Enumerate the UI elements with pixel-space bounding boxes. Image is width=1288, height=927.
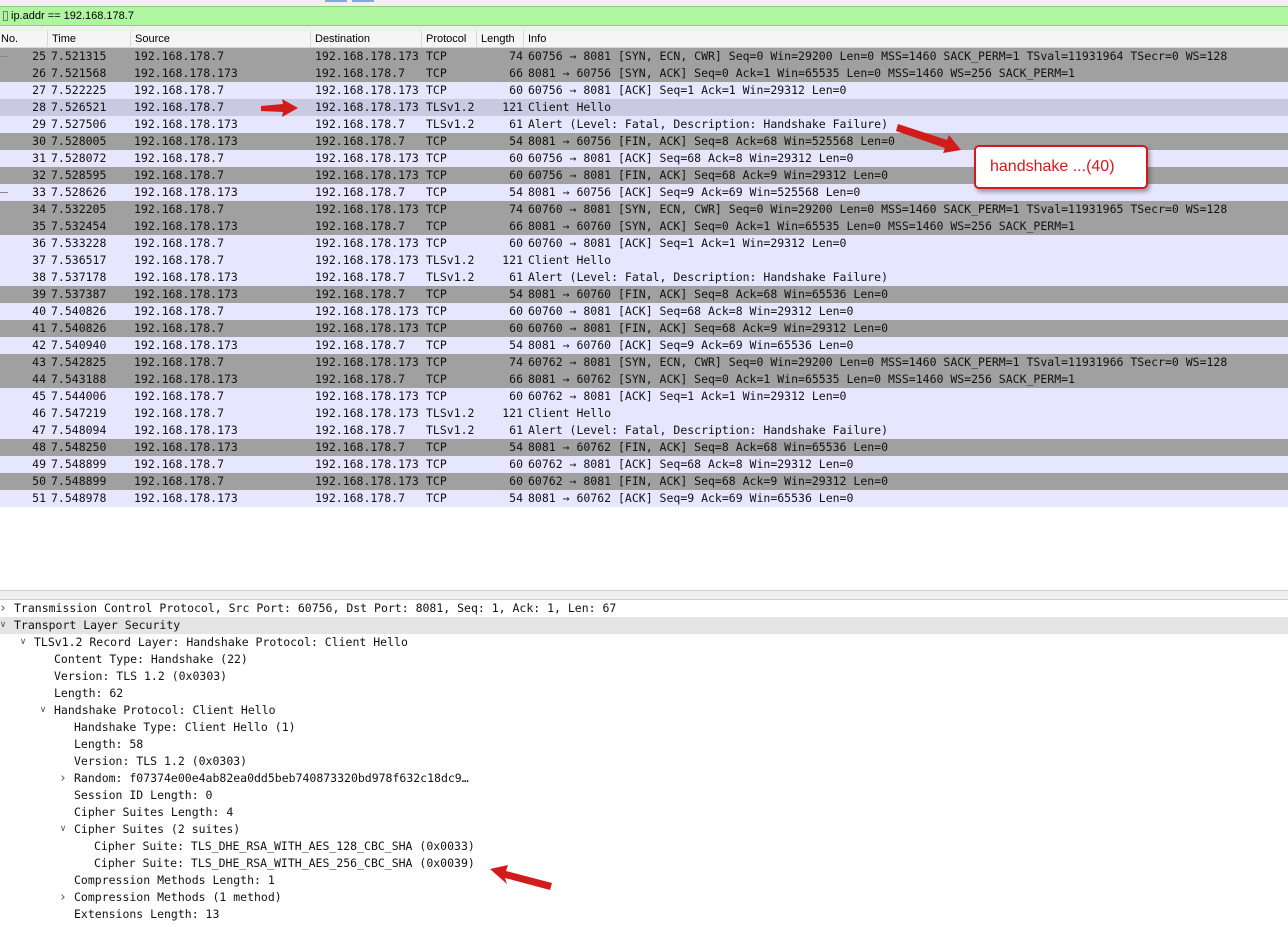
- arrow-icon: [261, 99, 298, 117]
- arrow-icon: [490, 865, 552, 890]
- annotation-callout: handshake ...(40): [974, 145, 1148, 189]
- arrow-icon: [896, 124, 961, 153]
- callout-text: handshake ...(40): [990, 158, 1115, 175]
- annotation-layer: [261, 99, 961, 890]
